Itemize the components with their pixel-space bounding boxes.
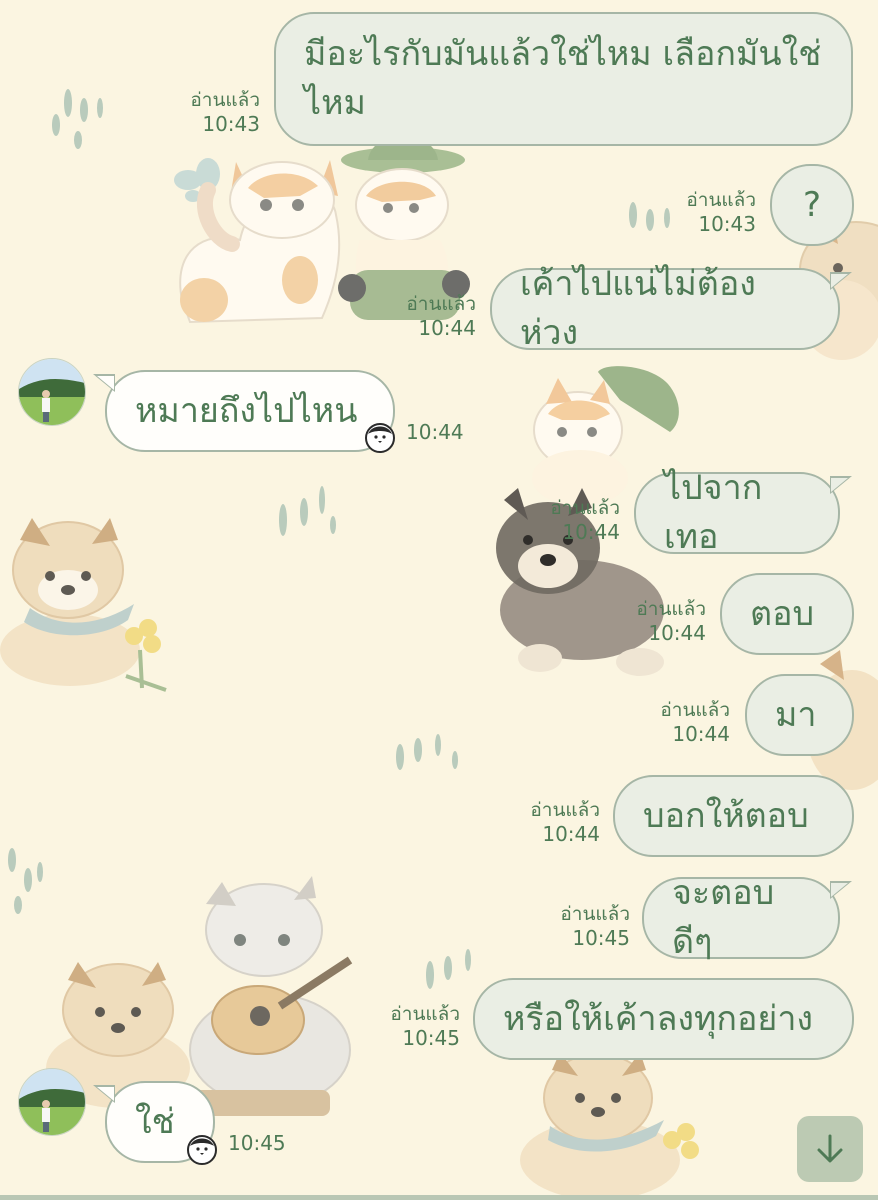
message-bubble-outgoing[interactable]: บอกให้ตอบ: [613, 775, 854, 857]
message-text: ใช่: [135, 1101, 175, 1142]
message-text: ไปจากเทอ: [664, 468, 763, 557]
read-receipt: อ่านแล้ว 10:44: [660, 698, 730, 746]
message-time: 10:44: [562, 520, 620, 544]
message-bubble-outgoing[interactable]: เค้าไปแน่ไม่ต้องห่วง: [490, 264, 852, 353]
message-bubble-outgoing[interactable]: มีอะไรกับมันแล้วใช่ไหม เลือกมันใช่ ไหม: [274, 12, 853, 146]
dog-illustration: [520, 1052, 699, 1200]
read-receipt: อ่านแล้ว 10:44: [530, 798, 600, 846]
read-receipt: อ่านแล้ว 10:43: [190, 88, 260, 136]
avatar[interactable]: [18, 358, 86, 426]
message-text: หรือให้เค้าลงทุกอย่าง: [503, 998, 814, 1039]
message-bubble-incoming[interactable]: หมายถึงไปไหน: [93, 370, 395, 452]
message-bubble-outgoing[interactable]: หรือให้เค้าลงทุกอย่าง: [473, 978, 854, 1060]
arrow-down-icon: [817, 1134, 843, 1163]
dog-illustration: [0, 518, 167, 692]
message-text-line: มีอะไรกับมันแล้วใช่ไหม เลือกมันใช่: [304, 34, 822, 74]
message-text: บอกให้ตอบ: [643, 795, 809, 836]
read-receipt: อ่านแล้ว 10:45: [560, 902, 630, 950]
message-text: มา: [775, 694, 817, 735]
message-time: 10:43: [202, 112, 260, 136]
cat-illustration: [179, 160, 341, 324]
message-time: 10:44: [418, 316, 476, 340]
read-receipt: อ่านแล้ว 10:44: [550, 496, 620, 544]
read-label: อ่านแล้ว: [190, 89, 260, 111]
message-time: 10:44: [406, 420, 464, 444]
read-label: อ่านแล้ว: [560, 903, 630, 925]
message-bubble-outgoing[interactable]: ไปจากเทอ: [634, 468, 852, 557]
read-receipt: อ่านแล้ว 10:44: [636, 597, 706, 645]
scroll-to-bottom-button[interactable]: [797, 1116, 863, 1182]
message-text: ตอบ: [750, 593, 815, 634]
message-text-line: ไหม: [304, 83, 366, 123]
read-receipt: อ่านแล้ว 10:45: [390, 1002, 460, 1050]
message-text: ?: [802, 184, 822, 225]
read-receipt: อ่านแล้ว 10:43: [686, 188, 756, 236]
message-time: 10:44: [672, 722, 730, 746]
penguin-icon: [187, 1135, 217, 1165]
message-time: 10:45: [572, 926, 630, 950]
message-bubble-outgoing[interactable]: ?: [770, 164, 854, 246]
read-receipt: อ่านแล้ว 10:44: [406, 292, 476, 340]
message-time: 10:44: [648, 621, 706, 645]
avatar-photo: [19, 1069, 85, 1135]
message-bubble-outgoing[interactable]: มา: [745, 674, 854, 756]
message-text: หมายถึงไปไหน: [135, 390, 358, 431]
read-label: อ่านแล้ว: [686, 189, 756, 211]
read-label: อ่านแล้ว: [636, 598, 706, 620]
read-label: อ่านแล้ว: [530, 799, 600, 821]
message-time: 10:45: [402, 1026, 460, 1050]
penguin-icon: [365, 423, 395, 453]
input-bar-edge: [0, 1195, 878, 1200]
cat-with-guitar-illustration: [180, 876, 353, 1116]
message-bubble-outgoing[interactable]: จะตอบดีๆ: [642, 873, 852, 962]
avatar[interactable]: [18, 1068, 86, 1136]
avatar-photo: [19, 359, 85, 425]
read-label: อ่านแล้ว: [550, 497, 620, 519]
read-label: อ่านแล้ว: [406, 293, 476, 315]
message-time: 10:45: [228, 1131, 286, 1155]
message-text: จะตอบดีๆ: [672, 873, 775, 962]
message-bubble-outgoing[interactable]: ตอบ: [720, 573, 854, 655]
read-label: อ่านแล้ว: [390, 1003, 460, 1025]
message-time: 10:43: [698, 212, 756, 236]
message-time: 10:44: [542, 822, 600, 846]
message-text: เค้าไปแน่ไม่ต้องห่วง: [520, 264, 756, 353]
read-label: อ่านแล้ว: [660, 699, 730, 721]
